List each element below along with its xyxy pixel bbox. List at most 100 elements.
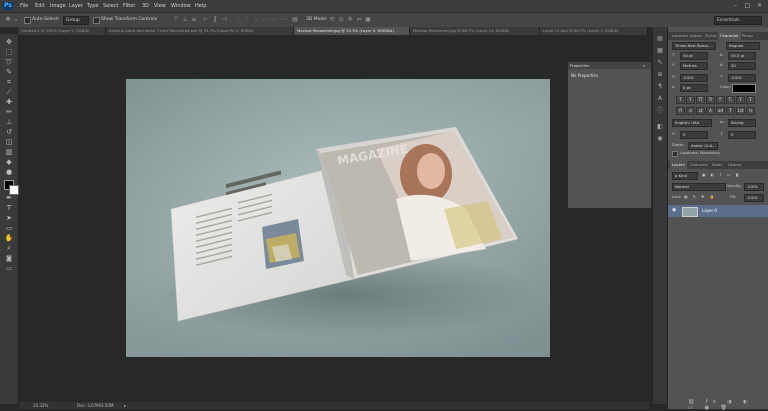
chevron-right-icon[interactable]: ▸: [124, 402, 126, 409]
quick-select-tool-icon[interactable]: ✎: [4, 68, 14, 77]
text-color-swatch[interactable]: [732, 84, 756, 93]
3d-rotate-icon[interactable]: ⟲: [328, 16, 336, 24]
mojikumi-field[interactable]: 0: [728, 131, 756, 139]
quick-mask-icon[interactable]: ◙: [4, 254, 14, 263]
workspace-dropdown[interactable]: Essentials: [714, 16, 762, 25]
all-caps-button[interactable]: TT: [696, 96, 705, 104]
transform-controls-checkbox[interactable]: [93, 17, 100, 24]
tab-styles[interactable]: Styles: [703, 32, 719, 40]
align-left-icon[interactable]: ⊢: [202, 16, 210, 24]
tab-channels[interactable]: Channels: [688, 161, 710, 169]
paragraph-icon[interactable]: ¶: [656, 83, 664, 91]
zoom-level[interactable]: 33.33%: [33, 402, 48, 409]
menu-3d[interactable]: 3D: [142, 2, 149, 10]
menu-help[interactable]: Help: [195, 2, 206, 10]
lasso-tool-icon[interactable]: ➰: [4, 58, 14, 67]
3d-roll-icon[interactable]: ◎: [337, 16, 345, 24]
hand-tool-icon[interactable]: ✋: [4, 234, 14, 243]
minimize-icon[interactable]: –: [731, 2, 740, 9]
zoom-tool-icon[interactable]: ⌕: [4, 244, 14, 253]
titling-alt-button[interactable]: ad: [716, 107, 725, 115]
font-style-select[interactable]: Regular: [726, 42, 760, 50]
menu-icon[interactable]: ≡: [642, 62, 645, 69]
underline-button[interactable]: T: [736, 96, 745, 104]
tab-history[interactable]: History: [726, 161, 744, 169]
small-caps-button[interactable]: Tr: [706, 96, 715, 104]
clone-stamp-tool-icon[interactable]: ⊥: [4, 118, 14, 127]
menu-window[interactable]: Window: [171, 2, 191, 10]
swatches-icon[interactable]: ▦: [656, 47, 664, 55]
menu-image[interactable]: Image: [50, 2, 66, 10]
superscript-button[interactable]: T': [716, 96, 725, 104]
tab-character[interactable]: Character: [718, 32, 741, 40]
layer-row-selected[interactable]: ◉ Layer 0: [668, 205, 768, 217]
distribute-left-icon[interactable]: ⋯: [261, 16, 269, 24]
eyedropper-tool-icon[interactable]: ⟋: [4, 88, 14, 97]
faux-italic-button[interactable]: T: [686, 96, 695, 104]
auto-select-checkbox[interactable]: [24, 17, 31, 24]
brush-tool-icon[interactable]: ✏: [4, 108, 14, 117]
vertical-scale-field[interactable]: 100%: [680, 74, 708, 82]
brush-presets-icon[interactable]: ✎: [656, 59, 664, 67]
menu-select[interactable]: Select: [103, 2, 118, 10]
distribute-right-icon[interactable]: ⋯: [279, 16, 287, 24]
document-tab-active[interactable]: Mockup Recovered.jpg @ 33.3% (Layer 0, R…: [294, 27, 410, 35]
document-tab[interactable]: Mockup Recovered.jpg @ 66.7% (Layer 12, …: [410, 27, 540, 35]
blend-mode-select[interactable]: Normal: [672, 183, 726, 191]
lock-icons[interactable]: ▦ ✎ ✥ 🔒: [684, 194, 716, 200]
layers-footer-buttons[interactable]: ⛓ fx ◑ ◐ ▭ ▣ 🗑: [688, 399, 768, 411]
faux-bold-button[interactable]: T: [676, 96, 685, 104]
strikethrough-button[interactable]: T: [746, 96, 755, 104]
path-select-tool-icon[interactable]: ➤: [4, 214, 14, 223]
fractions-button[interactable]: ½: [746, 107, 755, 115]
healing-brush-tool-icon[interactable]: ✚: [4, 98, 14, 107]
swash-button[interactable]: st: [696, 107, 705, 115]
kerning-field[interactable]: Metrics: [680, 62, 708, 70]
background-color-swatch[interactable]: [9, 185, 19, 195]
tab-layers[interactable]: Layers: [670, 161, 687, 169]
distribute-middle-icon[interactable]: ⫶: [243, 16, 251, 24]
eraser-tool-icon[interactable]: ◫: [4, 138, 14, 147]
subscript-button[interactable]: T,: [726, 96, 735, 104]
crop-tool-icon[interactable]: ⌗: [4, 78, 14, 87]
pen-tool-icon[interactable]: ✒: [4, 194, 14, 203]
distribute-bottom-icon[interactable]: ⫶: [252, 16, 260, 24]
align-middle-icon[interactable]: ⊥: [181, 16, 189, 24]
font-size-field[interactable]: 30 pt: [680, 52, 708, 60]
menu-view[interactable]: View: [154, 2, 166, 10]
marquee-tool-icon[interactable]: ⬚: [4, 48, 14, 57]
3d-pan-icon[interactable]: ✣: [346, 16, 354, 24]
gradient-tool-icon[interactable]: ▥: [4, 148, 14, 157]
move-tool-icon[interactable]: ✥: [4, 16, 12, 24]
history-icon[interactable]: ▤: [656, 35, 664, 43]
document-tab[interactable]: Untitled-1 @ 100% (Layer 2, RGB/8): [18, 27, 106, 35]
horizontal-scale-field[interactable]: 100%: [728, 74, 756, 82]
distribute-top-icon[interactable]: ⫶: [234, 16, 242, 24]
opacity-field[interactable]: 100%: [744, 183, 764, 191]
distribute-center-icon[interactable]: ⋯: [270, 16, 278, 24]
dodge-tool-icon[interactable]: ●: [4, 168, 14, 177]
digits-select[interactable]: Arabic (U.A...: [688, 142, 718, 150]
layer-name[interactable]: Layer 0: [702, 208, 717, 213]
3d-scale-icon[interactable]: ▣: [364, 16, 372, 24]
language-select[interactable]: English: USA: [672, 119, 712, 127]
fill-field[interactable]: 100%: [744, 194, 764, 202]
tsume-field[interactable]: 0: [680, 131, 708, 139]
maximize-icon[interactable]: □: [743, 2, 752, 9]
menu-file[interactable]: File: [20, 2, 28, 10]
ornaments-button[interactable]: T: [726, 107, 735, 115]
old-style-button[interactable]: ơ: [686, 107, 695, 115]
character-icon[interactable]: A: [656, 95, 664, 103]
chevron-down-icon[interactable]: ▾: [12, 16, 20, 24]
clone-source-icon[interactable]: ⊕: [656, 71, 664, 79]
menu-edit[interactable]: Edit: [35, 2, 45, 10]
channels-icon[interactable]: ◉: [656, 135, 664, 143]
layers-icon[interactable]: ◧: [656, 123, 664, 131]
menu-filter[interactable]: Filter: [123, 2, 135, 10]
ordinals-button[interactable]: 1st: [736, 107, 745, 115]
tab-adjust[interactable]: Adjust: [688, 32, 704, 40]
document-canvas[interactable]: MAGAZINE: [126, 79, 550, 357]
auto-align-icon[interactable]: ▤: [291, 16, 299, 24]
tab-paths[interactable]: Paths: [710, 161, 724, 169]
move-tool-icon[interactable]: ✥: [4, 38, 14, 47]
